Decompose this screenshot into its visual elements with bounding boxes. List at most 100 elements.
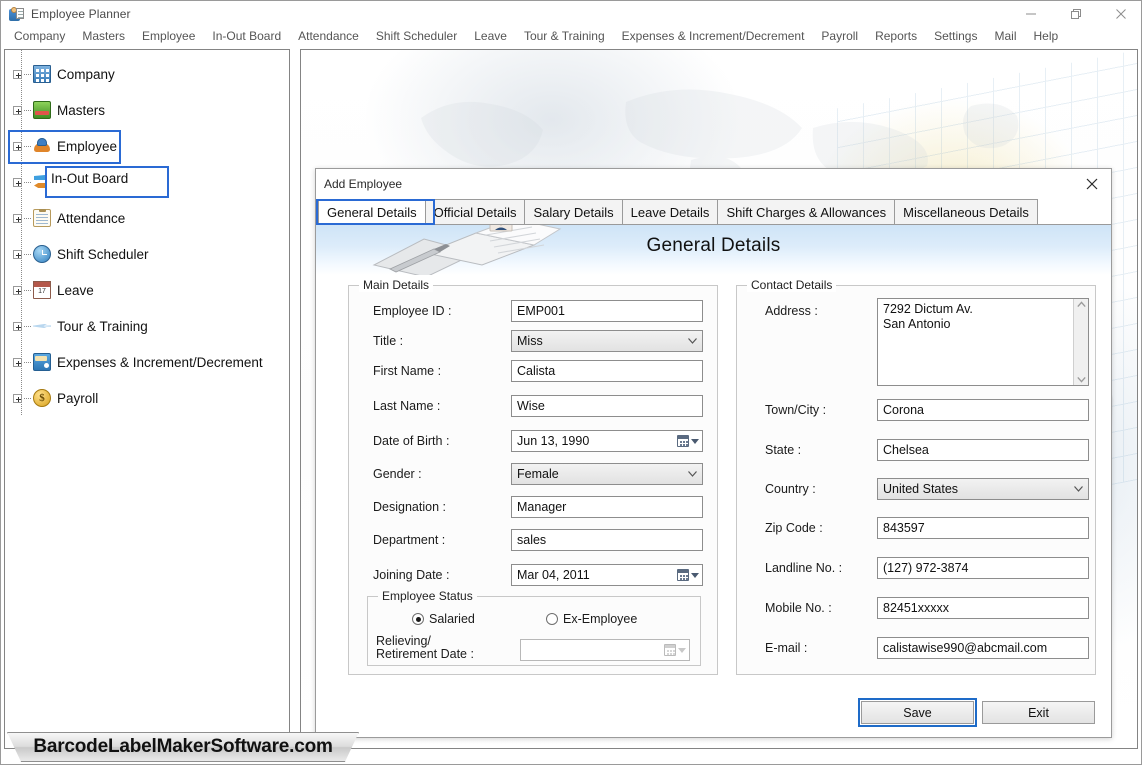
menu-item-company[interactable]: Company xyxy=(6,27,74,45)
dialog-title: Add Employee xyxy=(324,177,403,191)
dialog-footer: Save Exit xyxy=(316,693,1111,737)
address-scrollbar[interactable] xyxy=(1073,299,1088,385)
menu-item-attendance[interactable]: Attendance xyxy=(290,27,368,45)
navigation-sidebar: Company Masters Employee Attendance Shif… xyxy=(4,49,290,749)
menu-item-expenses[interactable]: Expenses & Increment/Decrement xyxy=(614,27,814,45)
minimize-icon[interactable] xyxy=(1008,1,1053,26)
radio-ex-employee[interactable]: Ex-Employee xyxy=(546,612,637,626)
radio-salaried-label: Salaried xyxy=(429,612,475,626)
close-icon[interactable] xyxy=(1098,1,1141,26)
expand-icon[interactable] xyxy=(13,249,22,259)
sidebar-item-attendance[interactable]: Attendance xyxy=(5,200,289,236)
first-name-input[interactable]: Calista xyxy=(511,360,703,382)
watermark-banner: BarcodeLabelMakerSoftware.com xyxy=(7,732,359,762)
menu-item-employee[interactable]: Employee xyxy=(134,27,204,45)
menu-item-mail[interactable]: Mail xyxy=(986,27,1025,45)
designation-input[interactable]: Manager xyxy=(511,496,703,518)
title-select[interactable]: Miss xyxy=(511,330,703,352)
tab-shift-charges-allowances[interactable]: Shift Charges & Allowances xyxy=(717,199,896,224)
menu-item-shift-scheduler[interactable]: Shift Scheduler xyxy=(368,27,466,45)
chevron-down-icon xyxy=(688,471,697,477)
calendar-dropdown-button-disabled[interactable] xyxy=(664,644,686,656)
menu-item-reports[interactable]: Reports xyxy=(867,27,926,45)
radio-salaried[interactable]: Salaried xyxy=(412,612,475,626)
title-bar: Employee Planner xyxy=(1,1,1141,26)
calendar-dropdown-button[interactable] xyxy=(677,569,699,581)
menu-item-in-out-board[interactable]: In-Out Board xyxy=(204,27,290,45)
workspace-panel: Add Employee General Details Official De… xyxy=(300,49,1138,749)
tab-general-details[interactable]: General Details xyxy=(318,199,426,224)
expand-icon[interactable] xyxy=(13,69,22,79)
radio-indicator xyxy=(412,613,424,625)
state-input[interactable]: Chelsea xyxy=(877,439,1089,461)
menu-item-help[interactable]: Help xyxy=(1026,27,1068,45)
tree-dash xyxy=(24,397,31,399)
expand-icon[interactable] xyxy=(13,105,22,115)
gender-select[interactable]: Female xyxy=(511,463,703,485)
sidebar-item-masters[interactable]: Masters xyxy=(5,92,289,128)
exit-button[interactable]: Exit xyxy=(982,701,1095,724)
expand-icon[interactable] xyxy=(13,357,22,367)
tab-miscellaneous-details[interactable]: Miscellaneous Details xyxy=(894,199,1038,224)
sidebar-item-company[interactable]: Company xyxy=(5,56,289,92)
expand-icon[interactable] xyxy=(13,141,22,151)
menu-item-tour-training[interactable]: Tour & Training xyxy=(516,27,614,45)
landline-no-input[interactable]: (127) 972-3874 xyxy=(877,557,1089,579)
menu-item-payroll[interactable]: Payroll xyxy=(813,27,867,45)
menu-item-masters[interactable]: Masters xyxy=(74,27,134,45)
last-name-input[interactable]: Wise xyxy=(511,395,703,417)
email-input[interactable]: calistawise990@abcmail.com xyxy=(877,637,1089,659)
landline-no-label: Landline No. : xyxy=(765,561,843,575)
scroll-down-icon[interactable] xyxy=(1076,376,1086,383)
sidebar-item-employee[interactable]: Employee xyxy=(5,128,289,164)
radio-indicator xyxy=(546,613,558,625)
expand-icon[interactable] xyxy=(13,285,22,295)
expand-icon[interactable] xyxy=(13,393,22,403)
calendar-dropdown-button[interactable] xyxy=(677,435,699,447)
dialog-tab-strip: General Details Official Details Salary … xyxy=(316,199,1111,225)
sidebar-label: Tour & Training xyxy=(57,318,148,334)
department-input[interactable]: sales xyxy=(511,529,703,551)
sidebar-item-tour-training[interactable]: Tour & Training xyxy=(5,308,289,344)
chevron-down-icon xyxy=(691,438,699,444)
main-details-legend: Main Details xyxy=(359,278,434,292)
expand-icon[interactable] xyxy=(13,213,22,223)
town-city-label: Town/City : xyxy=(765,403,827,417)
close-icon[interactable] xyxy=(1081,173,1103,195)
menu-item-settings[interactable]: Settings xyxy=(926,27,986,45)
calendar-icon xyxy=(677,435,689,447)
expand-icon[interactable] xyxy=(13,321,22,331)
sidebar-item-expenses[interactable]: Expenses & Increment/Decrement xyxy=(5,344,289,380)
expand-icon[interactable] xyxy=(13,177,22,187)
zip-code-label: Zip Code : xyxy=(765,521,823,535)
sidebar-item-payroll[interactable]: Payroll xyxy=(5,380,289,416)
sidebar-item-leave[interactable]: Leave xyxy=(5,272,289,308)
relieving-date-input[interactable] xyxy=(520,639,690,661)
joining-date-value: Mar 04, 2011 xyxy=(517,568,590,582)
scroll-up-icon[interactable] xyxy=(1076,301,1086,308)
country-select[interactable]: United States xyxy=(877,478,1089,500)
restore-icon[interactable] xyxy=(1053,1,1098,26)
save-button[interactable]: Save xyxy=(861,701,974,724)
title-select-value: Miss xyxy=(517,334,543,348)
tab-leave-details[interactable]: Leave Details xyxy=(621,199,719,224)
tree-dash xyxy=(24,73,31,75)
menu-item-leave[interactable]: Leave xyxy=(466,27,516,45)
town-city-input[interactable]: Corona xyxy=(877,399,1089,421)
tab-official-details[interactable]: Official Details xyxy=(424,199,526,224)
relieving-date-label-line2: Retirement Date : xyxy=(376,647,474,661)
employee-id-input[interactable]: EMP001 xyxy=(511,300,703,322)
tree-dash xyxy=(24,217,31,219)
attendance-clipboard-icon xyxy=(33,209,51,227)
tab-salary-details[interactable]: Salary Details xyxy=(524,199,623,224)
sidebar-item-shift-scheduler[interactable]: Shift Scheduler xyxy=(5,236,289,272)
airplane-icon xyxy=(33,317,51,335)
date-of-birth-input[interactable]: Jun 13, 1990 xyxy=(511,430,703,452)
sidebar-label: Employee xyxy=(57,138,118,154)
mobile-no-input[interactable]: 82451xxxxx xyxy=(877,597,1089,619)
pane-splitter[interactable] xyxy=(293,49,299,749)
form-area: Main Details Employee ID : EMP001 Title … xyxy=(316,275,1111,737)
joining-date-input[interactable]: Mar 04, 2011 xyxy=(511,564,703,586)
zip-code-input[interactable]: 843597 xyxy=(877,517,1089,539)
address-textarea[interactable]: 7292 Dictum Av. San Antonio xyxy=(877,298,1089,386)
